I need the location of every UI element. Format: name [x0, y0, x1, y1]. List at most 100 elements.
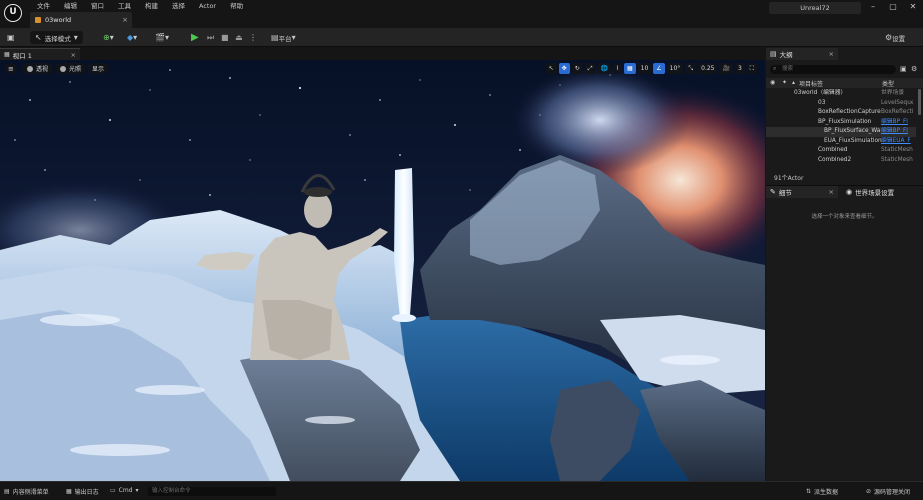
lit-button[interactable]: 光照: [55, 63, 87, 74]
selection-mode-button[interactable]: ↖ 选择模式 ▾: [30, 31, 83, 44]
close-tab-icon[interactable]: ×: [122, 16, 128, 24]
outliner-search-input[interactable]: 搜索: [770, 65, 896, 74]
show-label: 显示: [92, 66, 105, 73]
outliner-scrollbar[interactable]: [918, 89, 921, 115]
output-log-button[interactable]: ▦ 输出日志: [66, 487, 99, 496]
content-drawer-label: 内容侧滑菜单: [12, 489, 49, 496]
close-window-icon[interactable]: ✕: [903, 0, 923, 14]
world-local-icon[interactable]: 🌐: [597, 63, 612, 74]
derived-data-button[interactable]: ⇅ 派生数据: [806, 487, 838, 496]
row-name: BoxReflectionCapture: [818, 109, 881, 115]
gear-icon: ⚙: [885, 33, 893, 42]
rotate-tool-icon[interactable]: ↻: [571, 63, 583, 74]
camera-speed-icon[interactable]: 🎥: [719, 63, 733, 74]
row-name: EUA_FluxSimulation: [824, 137, 882, 144]
step-button[interactable]: ⏭: [204, 31, 217, 44]
log-icon: ▦: [66, 488, 72, 495]
menu-build[interactable]: 构建: [138, 1, 165, 11]
eject-button[interactable]: ⏏: [232, 31, 246, 44]
col-label[interactable]: 项目标签: [799, 79, 823, 88]
settings-label: 设置: [892, 34, 906, 43]
source-control-button[interactable]: ⊘ 源码管理关闭: [866, 487, 910, 496]
perspective-button[interactable]: 透视: [22, 63, 54, 74]
grid-snap-toggle[interactable]: ▦: [623, 63, 636, 74]
show-button[interactable]: 显示: [87, 63, 110, 74]
maximize-viewport-icon[interactable]: ⛶: [746, 63, 757, 74]
level-tab-label: 03world: [45, 16, 72, 24]
grid-snap-value[interactable]: 10: [637, 63, 652, 74]
project-name: Unreal72: [769, 2, 861, 14]
row-type: StaticMesh: [881, 156, 913, 163]
cinematics-button[interactable]: 🎬 ▾: [152, 31, 172, 44]
menu-actor[interactable]: Actor: [192, 1, 223, 11]
outliner-settings-icon[interactable]: ⚙: [911, 65, 917, 73]
viewport-tab-label: 视口 1: [12, 51, 32, 60]
menu-tools[interactable]: 工具: [111, 1, 138, 11]
menu-file[interactable]: 文件: [30, 1, 57, 11]
level-tab[interactable]: 03world ×: [30, 12, 132, 28]
title-bar: U 文件 编辑 窗口 工具 构建 选择 Actor 帮助 03world × U…: [0, 0, 923, 28]
terminal-icon: ▭: [110, 487, 116, 494]
angle-snap-toggle[interactable]: ∠: [653, 63, 665, 74]
scale-tool-icon[interactable]: ⤢: [584, 63, 596, 74]
visibility-icon[interactable]: ◉: [770, 79, 775, 86]
unreal-logo-icon[interactable]: U: [4, 4, 22, 22]
viewport-tab[interactable]: ▦ 视口 1 ×: [0, 48, 80, 60]
outliner-row[interactable]: EUA_FluxSimulation 编辑EUA_F: [766, 137, 916, 147]
outliner-row[interactable]: BoxReflectionCapture BoxReflecti: [766, 108, 916, 118]
level-icon: [35, 17, 41, 23]
col-type[interactable]: 类型: [882, 79, 894, 88]
play-button[interactable]: ▶: [188, 31, 202, 44]
console-command-input[interactable]: 输入控制台命令: [148, 487, 276, 496]
row-type-link[interactable]: 编辑BP_Fl: [881, 118, 913, 128]
row-name: Combined2: [818, 156, 852, 163]
stop-button[interactable]: ■: [218, 31, 232, 44]
content-drawer-button[interactable]: ▤ 内容侧滑菜单: [4, 487, 49, 496]
outliner-row[interactable]: BP_FluxSimulation 编辑BP_Fl: [766, 118, 916, 128]
row-type-link[interactable]: 编辑BP_Fl: [881, 127, 913, 137]
row-name: 03: [818, 99, 826, 106]
angle-snap-value[interactable]: 10°: [666, 63, 684, 74]
camera-speed-value[interactable]: 3: [734, 63, 745, 74]
level-viewport[interactable]: ≡ 透视 光照 显示 ↖ ✥ ↻ ⤢ 🌐 ⌇ ▦ 10 ∠ 10° ⤡ 0.25…: [0, 60, 765, 481]
cmd-dropdown[interactable]: ▭ Cmd ▾: [110, 487, 139, 494]
select-tool-icon[interactable]: ↖: [545, 63, 557, 74]
menu-window[interactable]: 窗口: [84, 1, 111, 11]
row-type: LevelSeque: [881, 99, 913, 106]
row-type-link[interactable]: 编辑EUA_F: [881, 137, 913, 147]
scale-snap-toggle[interactable]: ⤡: [685, 63, 697, 74]
row-name: BP_FluxSimulation: [818, 118, 872, 125]
minimize-icon[interactable]: –: [863, 0, 883, 14]
outliner-row[interactable]: Combined StaticMesh: [766, 146, 916, 156]
blueprint-button[interactable]: ◆ ▾: [124, 31, 140, 44]
outliner-row[interactable]: Combined2 StaticMesh: [766, 156, 916, 166]
outliner-row[interactable]: 03world（编辑器） 世界场景: [766, 89, 916, 99]
menu-help[interactable]: 帮助: [223, 1, 250, 11]
platform-label: 平台: [278, 34, 292, 43]
menu-edit[interactable]: 编辑: [57, 1, 84, 11]
scale-snap-value[interactable]: 0.25: [698, 63, 718, 74]
settings-button[interactable]: ⚙ 设置: [882, 31, 908, 44]
surface-snap-icon[interactable]: ⌇: [613, 63, 622, 74]
outliner-icon: ▤: [770, 50, 777, 58]
close-details-icon[interactable]: ×: [829, 188, 834, 196]
close-viewport-icon[interactable]: ×: [71, 51, 76, 59]
add-content-button[interactable]: ⊕ ▾: [100, 31, 117, 44]
outliner-row[interactable]: BP_FluxSurface_Wa 编辑BP_Fl: [766, 127, 916, 137]
maximize-icon[interactable]: ▢: [883, 0, 903, 14]
menu-select[interactable]: 选择: [165, 1, 192, 11]
save-icon[interactable]: ▣: [7, 31, 15, 44]
details-tab[interactable]: ✎ 细节 ×: [766, 186, 838, 198]
add-folder-icon[interactable]: ▣: [900, 65, 907, 73]
status-bar: ▤ 内容侧滑菜单 ▦ 输出日志 ▭ Cmd ▾ 输入控制台命令 ⇅ 派生数据 ⊘…: [0, 481, 923, 500]
pin-icon[interactable]: ✦: [782, 79, 787, 86]
outliner-tab[interactable]: ▤ 大纲 ×: [766, 48, 838, 60]
close-outliner-icon[interactable]: ×: [829, 50, 834, 58]
translate-tool-icon[interactable]: ✥: [558, 63, 570, 74]
perspective-icon: [27, 65, 33, 72]
outliner-row[interactable]: 03 LevelSeque: [766, 99, 916, 109]
more-options-icon[interactable]: ⋮: [246, 31, 260, 44]
platform-button[interactable]: ▤ 平台 ▾: [268, 31, 299, 44]
viewport-options-button[interactable]: ≡: [5, 63, 17, 74]
world-settings-tab[interactable]: ◉ 世界场景设置: [842, 186, 922, 198]
